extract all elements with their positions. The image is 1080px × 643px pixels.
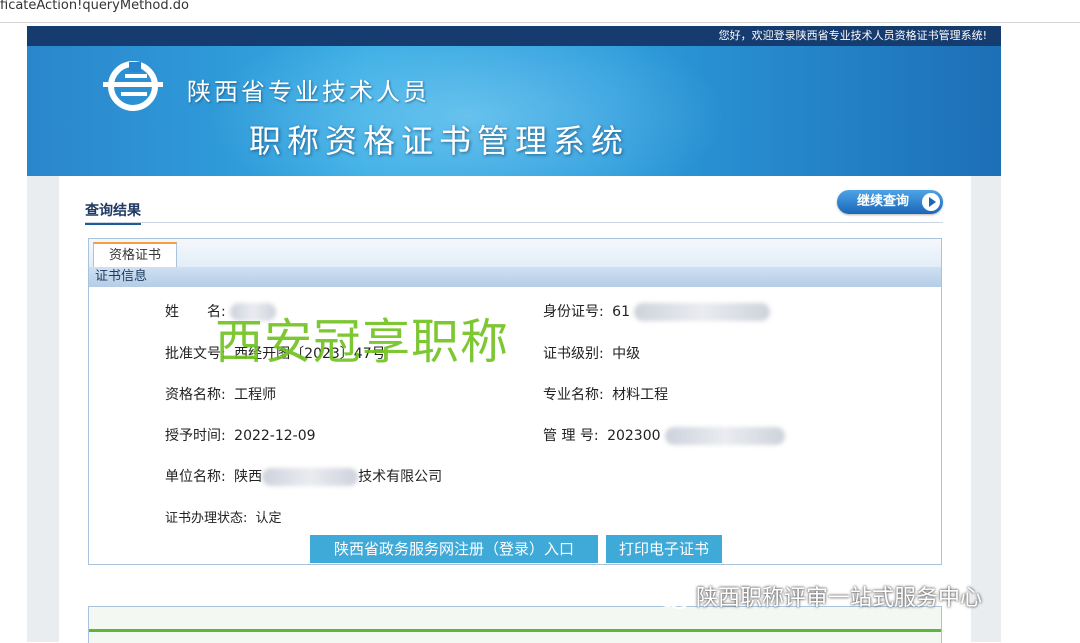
- management-number-redacted: [664, 427, 785, 445]
- employer-value-suffix: 技术有限公司: [358, 469, 443, 485]
- system-logo-icon: [103, 61, 163, 111]
- specialty-label: 专业名称:: [543, 387, 604, 403]
- field-specialty: 专业名称: 材料工程: [543, 384, 668, 404]
- field-id-number: 身份证号: 61: [543, 301, 771, 321]
- employer-redacted: [262, 468, 359, 486]
- continue-query-label: 继续查询: [857, 194, 910, 209]
- qualification-value: 工程师: [234, 387, 277, 403]
- page-shell: 您好，欢迎登录陕西省专业技术人员资格证书管理系统! 陕西省专业技术人员 职称资格…: [27, 26, 1001, 643]
- header-banner: 陕西省专业技术人员 职称资格证书管理系统: [27, 46, 1001, 176]
- print-e-certificate-button[interactable]: 打印电子证书: [606, 535, 722, 563]
- id-number-redacted: [634, 303, 771, 321]
- specialty-value: 材料工程: [612, 387, 669, 403]
- employer-label: 单位名称:: [165, 469, 226, 485]
- url-text: ficateAction!queryMethod.do: [0, 0, 189, 13]
- field-qualification-name: 资格名称: 工程师: [165, 384, 276, 404]
- field-grant-date: 授予时间: 2022-12-09: [165, 425, 316, 445]
- field-employer: 单位名称: 陕西 技术有限公司: [165, 466, 442, 486]
- field-management-number: 管 理 号: 202300: [543, 425, 785, 445]
- qualification-label: 资格名称:: [165, 387, 226, 403]
- wechat-source-text: 陕西职称评审一站式服务中心: [696, 586, 983, 611]
- tab-qualification-certificate[interactable]: 资格证书: [93, 242, 177, 269]
- cert-level-value: 中级: [612, 346, 641, 362]
- certificate-panel: 资格证书 证书信息 姓 名: 身份证号: 61 批准文号: 西经开图〔2023〕…: [88, 238, 942, 565]
- field-cert-level: 证书级别: 中级: [543, 343, 640, 363]
- section-divider: [85, 222, 943, 223]
- info-header-label: 证书信息: [95, 269, 148, 284]
- cert-status-label: 证书办理状态:: [165, 511, 248, 526]
- management-number-label: 管 理 号:: [543, 428, 599, 444]
- banner-title-line1: 陕西省专业技术人员: [187, 78, 430, 106]
- address-bar[interactable]: ficateAction!queryMethod.do: [0, 0, 1080, 23]
- cert-status-value: 认定: [255, 511, 282, 526]
- cert-level-label: 证书级别:: [543, 346, 604, 362]
- management-number-value: 202300: [607, 428, 661, 444]
- wechat-icon: [657, 589, 689, 609]
- tab-strip: 资格证书: [89, 239, 941, 269]
- green-divider: [89, 629, 941, 632]
- grant-date-value: 2022-12-09: [234, 428, 316, 444]
- id-number-label: 身份证号:: [543, 304, 604, 320]
- employer-value-prefix: 陕西: [234, 469, 263, 485]
- play-arrow-icon: [922, 193, 940, 211]
- continue-query-button[interactable]: 继续查询: [837, 190, 943, 214]
- wechat-source-mark: 陕西职称评审一站式服务中心: [656, 580, 982, 612]
- welcome-bar: 您好，欢迎登录陕西省专业技术人员资格证书管理系统!: [27, 26, 1001, 46]
- welcome-text: 您好，欢迎登录陕西省专业技术人员资格证书管理系统!: [718, 29, 987, 42]
- field-cert-status: 证书办理状态: 认定: [165, 507, 282, 526]
- id-number-value: 61: [612, 304, 630, 320]
- main-content: 查询结果 继续查询 资格证书 证书信息 姓 名: 身份证号: 61 批准文号: …: [59, 176, 971, 643]
- watermark-text: 西安冠享职称: [215, 314, 510, 370]
- gov-service-register-button[interactable]: 陕西省政务服务网注册（登录）入口: [310, 535, 598, 563]
- banner-title-line2: 职称资格证书管理系统: [249, 122, 630, 160]
- info-header-bar: 证书信息: [89, 267, 941, 287]
- grant-date-label: 授予时间:: [165, 428, 226, 444]
